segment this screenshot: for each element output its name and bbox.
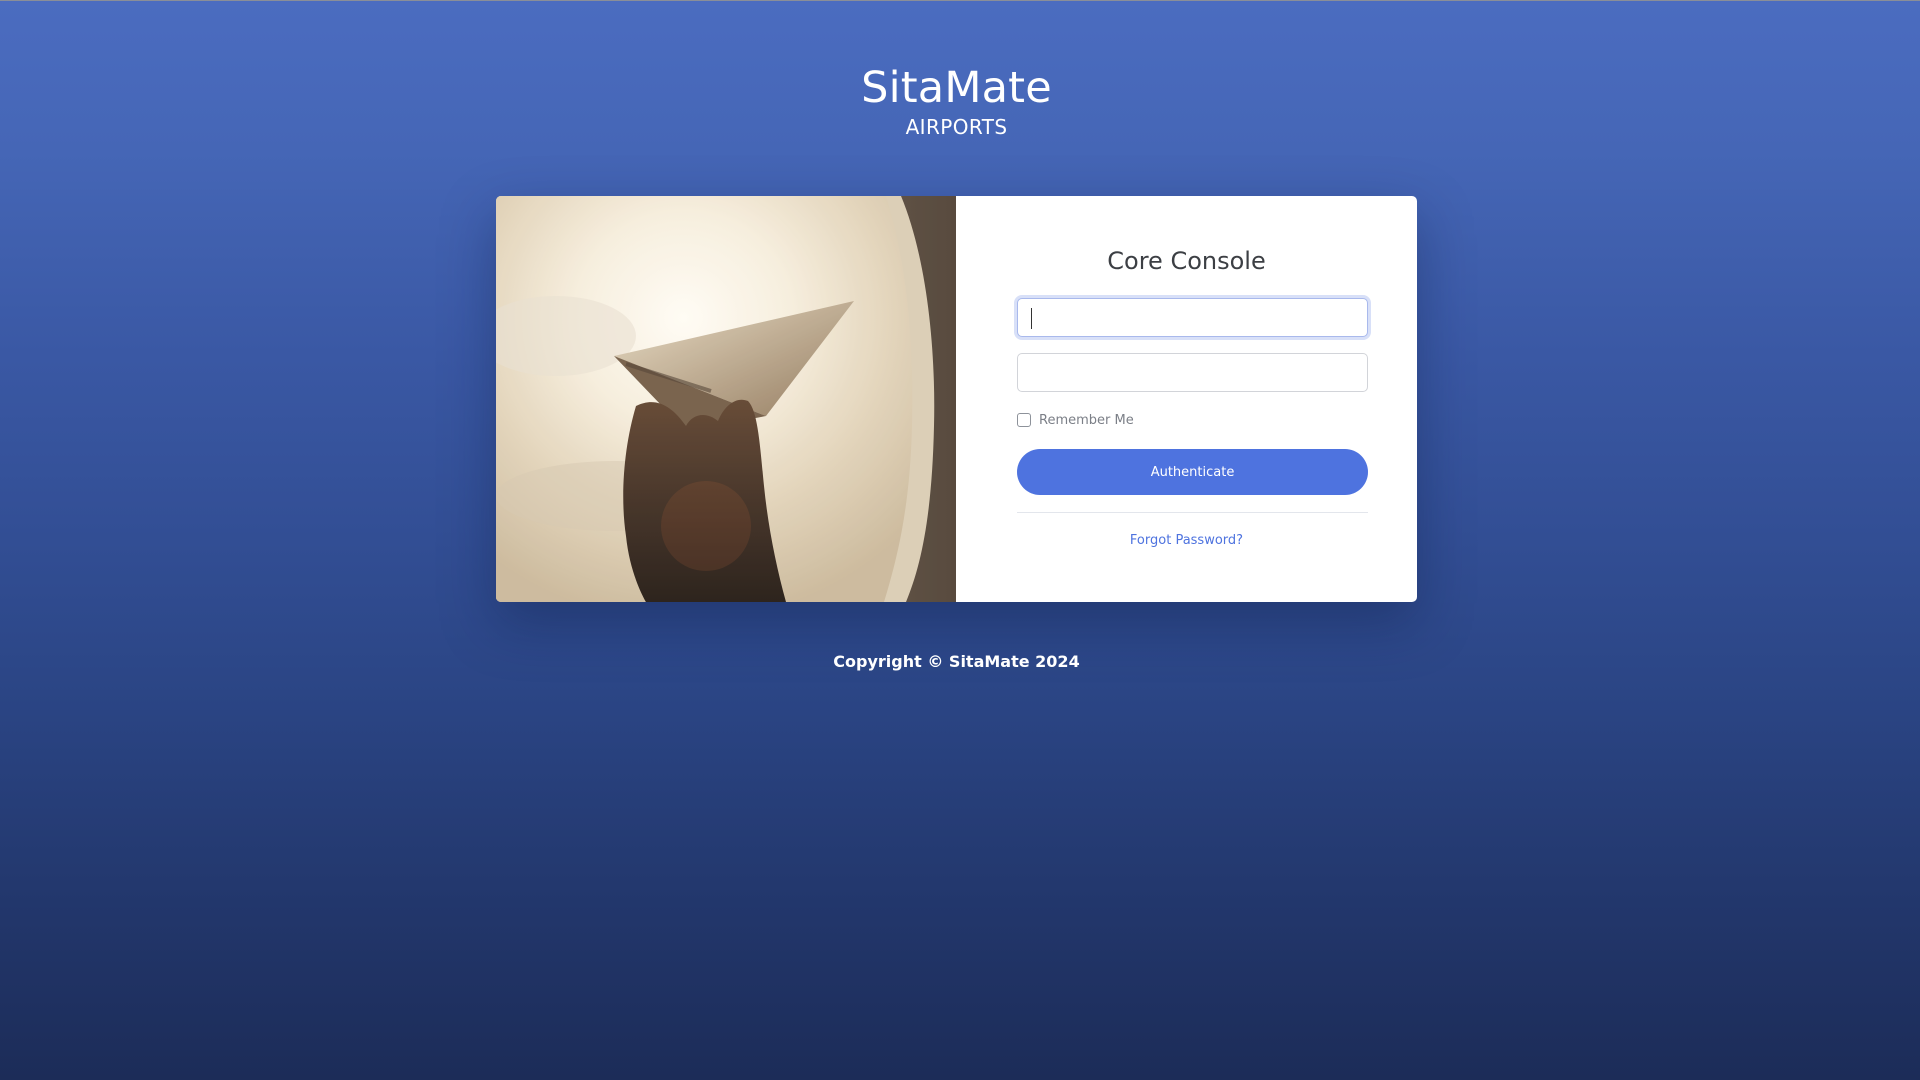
- form-divider: [1017, 512, 1368, 513]
- brand-title: SitaMate: [861, 63, 1052, 113]
- login-form: Core Console Remember Me Authenticate Fo…: [956, 196, 1417, 602]
- window-top-border: [0, 0, 1920, 1]
- paper-plane-window-image: [496, 196, 956, 602]
- brand-header: SitaMate AIRPORTS: [0, 62, 1913, 139]
- paper-plane-photo-illustration: [496, 196, 956, 602]
- username-input[interactable]: [1017, 298, 1368, 337]
- form-title: Core Console: [1107, 247, 1266, 275]
- remember-me-checkbox[interactable]: [1017, 413, 1031, 427]
- brand-subtitle: AIRPORTS: [905, 115, 1008, 139]
- forgot-password-link[interactable]: Forgot Password?: [956, 533, 1417, 548]
- remember-me-label[interactable]: Remember Me: [1039, 413, 1134, 428]
- login-card: Core Console Remember Me Authenticate Fo…: [496, 196, 1417, 602]
- text-cursor: [1031, 308, 1032, 329]
- remember-me-row[interactable]: Remember Me: [1017, 411, 1134, 429]
- copyright-footer: Copyright © SitaMate 2024: [833, 652, 1080, 671]
- authenticate-button[interactable]: Authenticate: [1017, 449, 1368, 495]
- password-input[interactable]: [1017, 353, 1368, 392]
